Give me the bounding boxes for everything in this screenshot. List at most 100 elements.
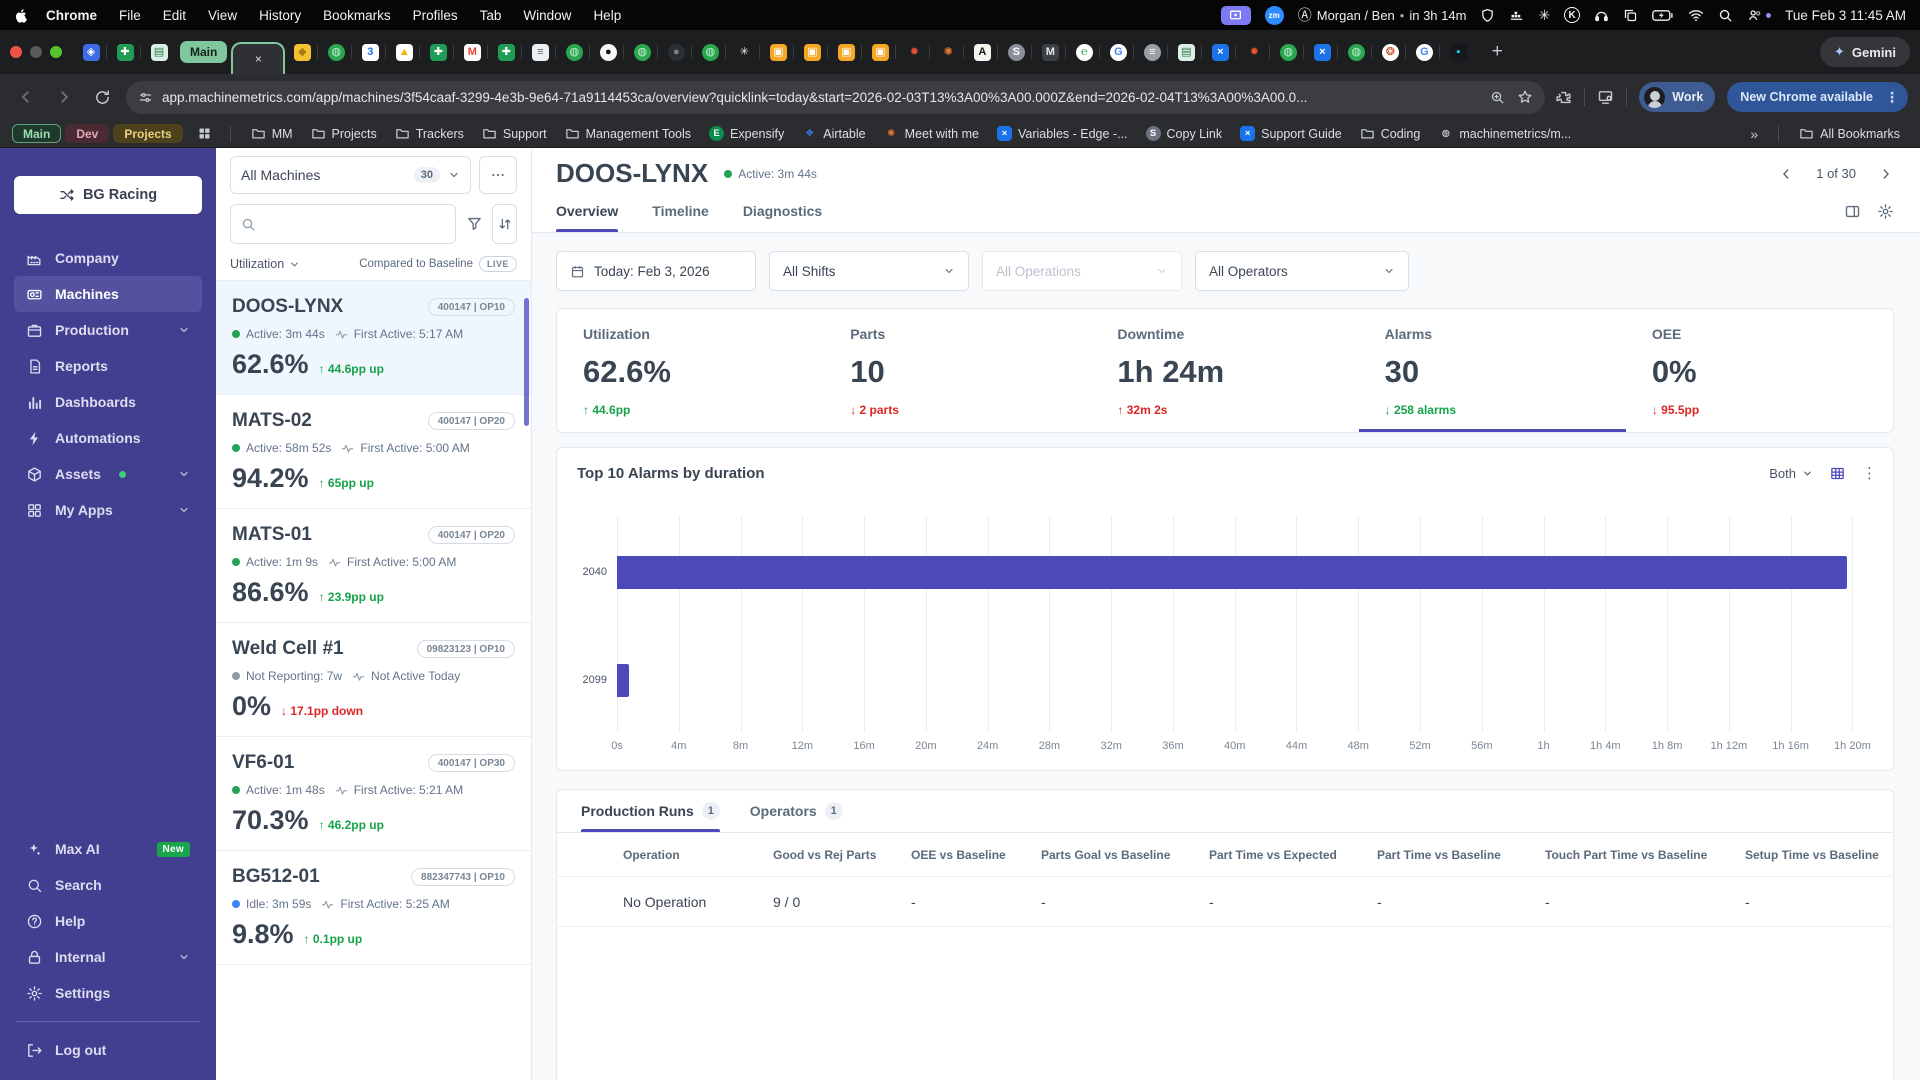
k-circle-icon[interactable]: K [1564,7,1581,23]
chrome-menu-icon[interactable]: ⋮ [1882,89,1902,106]
pinned-tab-amber-app-3[interactable]: ▣ [827,37,863,67]
scrollbar-thumb[interactable] [524,298,529,426]
docker-icon[interactable] [1509,8,1524,23]
pinned-tab-google-2[interactable]: G [1405,37,1441,67]
sidebar-item-production[interactable]: Production [14,312,202,348]
machine-card-bg512-01[interactable]: BG512-01 882347743 | OP10 Idle: 3m 59s Firs… [216,851,531,965]
bookmark-management-tools[interactable]: Management Tools [557,123,699,145]
profile-button[interactable]: Work [1639,82,1716,112]
menu-bar-clock[interactable]: Tue Feb 3 11:45 AM [1785,8,1906,23]
machine-card-doos-lynx[interactable]: DOOS-LYNX 400147 | OP10 Active: 3m 44s Firs… [216,281,531,395]
pinned-tab-hubspot[interactable]: ✺ [929,37,965,67]
pinned-tab-sheets-green[interactable]: ✚ [106,37,142,67]
pinned-tab-machinemetrics-5[interactable]: ◍ [1269,37,1305,67]
pinned-tab-color-wheel[interactable]: ❂ [1371,37,1407,67]
pinned-tab-github[interactable]: ● [589,37,625,67]
bookmark-copy-link[interactable]: S Copy Link [1138,123,1231,145]
pinned-tab-google[interactable]: G [1099,37,1135,67]
pinned-tab-machinemetrics-2[interactable]: ◍ [555,37,591,67]
sidebar-item-settings[interactable]: Settings [14,975,202,1011]
reload-button[interactable] [88,83,116,111]
sort-by-label[interactable]: Utilization [230,257,284,271]
forward-button[interactable] [50,83,78,111]
tab-overview[interactable]: Overview [556,203,619,232]
pinned-tab-e-green[interactable]: ℮ [1065,37,1101,67]
org-switcher-button[interactable]: BG Racing [14,176,202,214]
meeting-status[interactable]: Ⓐ Morgan / Ben • in 3h 14m [1298,5,1467,25]
bookmark-machinemetrics-m-[interactable]: ◍ machinemetrics/m... [1430,123,1579,145]
bookmark-airtable[interactable]: ❖ Airtable [794,123,873,145]
alarm-bar-2099[interactable] [617,664,629,698]
pinned-tab-google-drive[interactable]: ▲ [385,37,421,67]
menu-tab[interactable]: Tab [469,8,513,23]
back-button[interactable] [12,83,40,111]
address-bar[interactable]: app.machinemetrics.com/app/machines/3f54… [126,80,1546,114]
sidebar-item-reports[interactable]: Reports [14,348,202,384]
metric-downtime[interactable]: Downtime 1h 24m ↑ 32m 2s [1091,309,1358,432]
machine-list-more-button[interactable] [479,156,517,194]
bookmark-coding[interactable]: Coding [1352,123,1429,145]
bookmark-support-guide[interactable]: × Support Guide [1232,123,1350,145]
pinned-tab-machinemetrics[interactable]: ◍ [317,37,353,67]
sidebar-item-my-apps[interactable]: My Apps [14,492,202,528]
pinned-tab-m-dark[interactable]: M [1031,37,1067,67]
pinned-tab-layers[interactable]: ≡ [521,37,557,67]
machine-card-mats-01[interactable]: MATS-01 400147 | OP20 Active: 1m 9s First A… [216,509,531,623]
machine-card-weld-cell-1[interactable]: Weld Cell #1 09823123 | OP10 Not Reporting… [216,623,531,737]
metric-utilization[interactable]: Utilization 62.6% ↑ 44.6pp [557,309,824,432]
fast-user-switch-icon[interactable] [1747,8,1772,23]
site-settings-icon[interactable] [138,90,153,105]
sidebar-item-company[interactable]: Company [14,240,202,276]
sidebar-item-machines[interactable]: Machines [14,276,202,312]
screen-share-indicator[interactable] [1220,5,1251,25]
pinned-tab-dark-app[interactable]: ● [657,37,693,67]
menu-view[interactable]: View [197,8,248,23]
pinned-tab-gray-doc[interactable]: ≡ [1133,37,1169,67]
chart-mode-select[interactable]: Both [1769,466,1813,481]
install-app-icon[interactable] [1597,89,1614,106]
filter-button[interactable] [464,204,485,242]
menu-chrome[interactable]: Chrome [35,8,108,23]
pinned-tab-amber-app-4[interactable]: ▣ [861,37,897,67]
table-view-icon[interactable] [1829,465,1846,482]
all-bookmarks-button[interactable]: All Bookmarks [1791,123,1908,145]
pinned-tab-burst-red-2[interactable]: ✹ [1235,37,1271,67]
menu-history[interactable]: History [248,8,312,23]
menu-file[interactable]: File [108,8,152,23]
pinned-tab-dark-cyan[interactable]: ▪ [1439,37,1475,67]
menu-profiles[interactable]: Profiles [402,8,469,23]
table-row[interactable]: No Operation 9 / 0 - - - - - - [557,877,1893,927]
bookmark-group-main[interactable]: Main [12,124,62,143]
date-filter-button[interactable]: Today: Feb 3, 2026 [556,251,756,291]
zoom-menubar-icon[interactable]: zm [1264,5,1284,25]
machine-card-mats-02[interactable]: MATS-02 400147 | OP20 Active: 58m 52s First… [216,395,531,509]
pinned-tab-blue-x[interactable]: × [1201,37,1237,67]
operators-filter-select[interactable]: All Operators [1195,251,1409,291]
alarm-bar-2040[interactable] [617,556,1848,590]
tab-diagnostics[interactable]: Diagnostics [743,203,822,232]
machine-card-vf6-01[interactable]: VF6-01 400147 | OP30 Active: 1m 48s First A… [216,737,531,851]
bookmark-group-projects[interactable]: Projects [113,124,183,143]
pinned-tab-sheets-green-2[interactable]: ✚ [419,37,455,67]
tab-timeline[interactable]: Timeline [652,203,709,232]
pinned-tab-machinemetrics-6[interactable]: ◍ [1337,37,1373,67]
shifts-filter-select[interactable]: All Shifts [769,251,969,291]
bookmark-mm[interactable]: MM [243,123,301,145]
tab-groups-icon[interactable] [197,126,212,141]
gemini-button[interactable]: ✦ Gemini [1820,37,1910,67]
sidebar-item-search[interactable]: Search [14,867,202,903]
active-tab[interactable]: × [231,42,286,74]
sidebar-item-help[interactable]: Help [14,903,202,939]
zoom-page-icon[interactable] [1490,89,1505,105]
prev-machine-button[interactable] [1778,166,1794,182]
update-chrome-button[interactable]: New Chrome available ⋮ [1727,82,1908,112]
menu-window[interactable]: Window [512,8,582,23]
wifi-icon[interactable] [1688,9,1704,22]
tab-production-runs[interactable]: Production Runs 1 [581,802,720,832]
sidebar-item-automations[interactable]: Automations [14,420,202,456]
pinned-tab-form-green[interactable]: ▤ [140,37,176,67]
pinned-tab-gray-s[interactable]: S [997,37,1033,67]
headphones-icon[interactable] [1594,8,1609,23]
close-window-button[interactable] [10,46,22,58]
sidebar-item-logout[interactable]: Log out [14,1032,202,1068]
